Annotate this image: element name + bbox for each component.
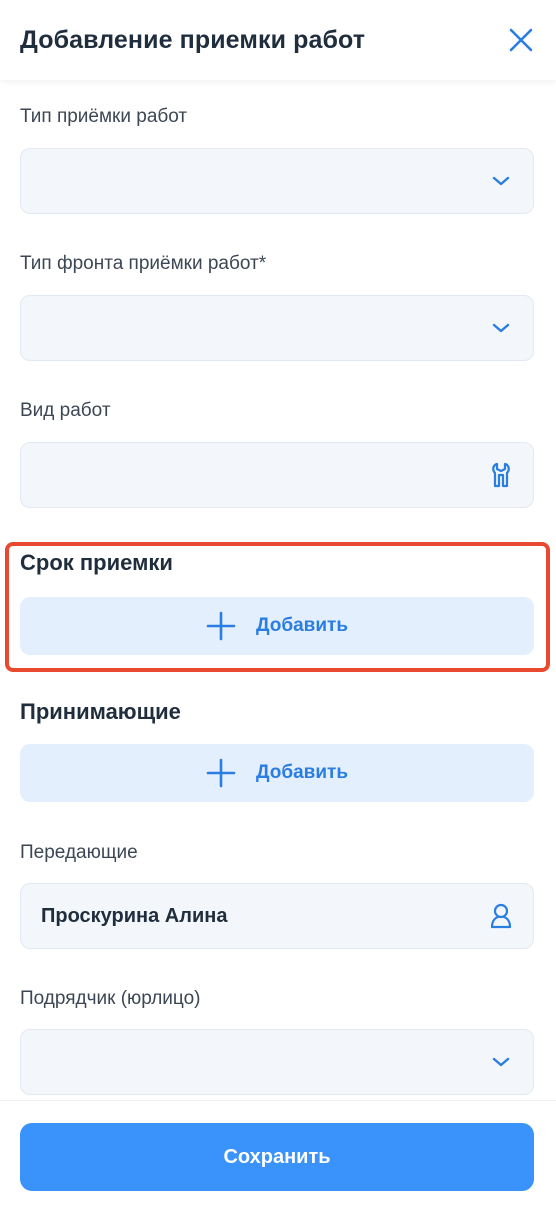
- plus-icon: [206, 758, 236, 788]
- chevron-down-icon: [489, 169, 513, 193]
- front-type-label: Тип фронта приёмки работ*: [20, 253, 267, 274]
- close-button[interactable]: [506, 25, 536, 55]
- deadline-section-title: Срок приемки: [20, 550, 173, 575]
- chevron-down-icon: [489, 316, 513, 340]
- save-button-label: Сохранить: [223, 1145, 331, 1168]
- work-kind-field[interactable]: [20, 442, 534, 508]
- acceptance-type-label: Тип приёмки работ: [20, 106, 188, 127]
- close-icon: [509, 28, 533, 52]
- work-kind-label: Вид работ: [20, 400, 111, 421]
- acceptance-type-select[interactable]: [20, 148, 534, 214]
- wrench-icon[interactable]: [489, 462, 513, 488]
- front-type-select[interactable]: [20, 295, 534, 361]
- user-icon[interactable]: [489, 903, 513, 929]
- add-deadline-button[interactable]: Добавить: [20, 597, 534, 655]
- transferring-field[interactable]: Проскурина Алина: [20, 883, 534, 949]
- footer: Сохранить: [0, 1100, 556, 1210]
- transferring-label: Передающие: [20, 842, 138, 863]
- form-content[interactable]: Тип приёмки работ Тип фронта приёмки раб…: [0, 80, 556, 1100]
- transferring-value: Проскурина Алина: [41, 904, 228, 927]
- add-receiver-button[interactable]: Добавить: [20, 744, 534, 802]
- add-deadline-label: Добавить: [255, 615, 349, 636]
- add-receiver-label: Добавить: [255, 762, 349, 783]
- chevron-down-icon: [489, 1050, 513, 1074]
- save-button[interactable]: Сохранить: [20, 1123, 534, 1191]
- plus-icon: [206, 611, 236, 641]
- modal-header: Добавление приемки работ: [0, 0, 556, 80]
- page-title: Добавление приемки работ: [20, 25, 366, 54]
- receivers-section-title: Принимающие: [20, 699, 181, 724]
- contractor-label: Подрядчик (юрлицо): [20, 988, 201, 1009]
- contractor-select[interactable]: [20, 1029, 534, 1095]
